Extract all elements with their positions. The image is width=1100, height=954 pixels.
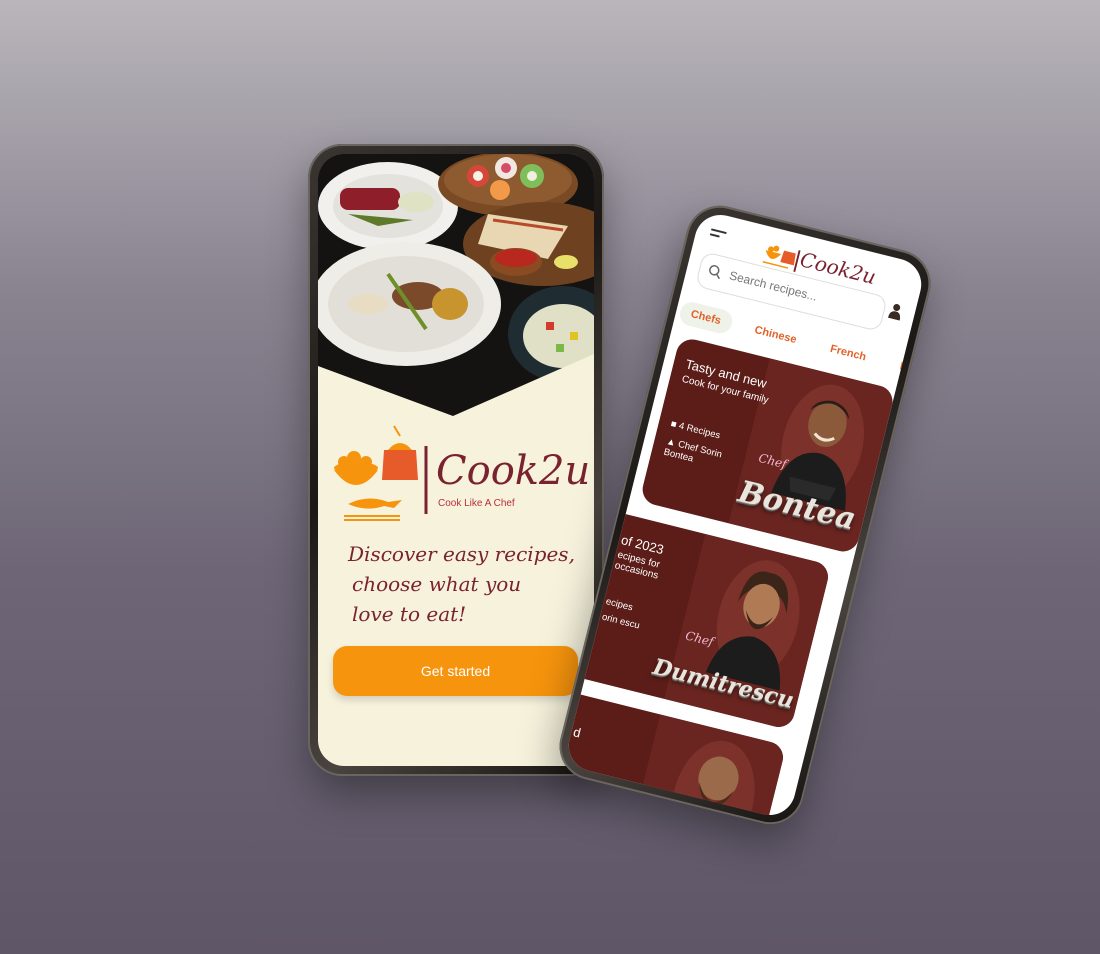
tagline-line-1: Discover easy recipes,: [348, 542, 575, 566]
home-phone-mockup: Cook2u Search recipes... Chefs Chinese F…: [552, 198, 938, 832]
welcome-screen: Cook2u Cook Like A Chef Discover easy re…: [318, 154, 594, 766]
get-started-button[interactable]: Get started: [333, 646, 578, 696]
search-icon: [709, 265, 721, 280]
welcome-phone-mockup: Cook2u Cook Like A Chef Discover easy re…: [308, 144, 604, 776]
tagline-line-3: love to eat!: [352, 602, 467, 626]
hamburger-menu-icon[interactable]: [708, 228, 727, 244]
tab-french[interactable]: French: [817, 334, 880, 371]
brand-name: Cook2u: [436, 448, 591, 494]
card-title: d: [571, 724, 583, 741]
home-screen: Cook2u Search recipes... Chefs Chinese F…: [563, 209, 927, 821]
recipe-pot-icon: ■: [669, 418, 678, 431]
recipe-count-label: ecipes: [604, 596, 634, 614]
welcome-tagline: Discover easy recipes, choose what you l…: [348, 539, 578, 629]
chef-label: orin escu: [600, 611, 641, 632]
tagline-line-2: choose what you: [352, 572, 522, 596]
card-subtitle: ecipes for occasions: [613, 549, 661, 582]
tab-chinese[interactable]: Chinese: [741, 316, 810, 355]
card-chef-info: ▲ Chef Sorin Bontea: [663, 436, 736, 474]
brand-logo: Cook2u Cook Like A Chef: [318, 416, 594, 526]
tab-chefs[interactable]: Chefs: [677, 299, 735, 336]
recipe-count-label: 4 Recipes: [677, 420, 722, 442]
user-profile-icon[interactable]: [887, 302, 904, 321]
brand-slogan: Cook Like A Chef: [438, 498, 515, 509]
chef-portrait: [619, 714, 787, 821]
tab-italian[interactable]: Ita: [886, 352, 926, 384]
